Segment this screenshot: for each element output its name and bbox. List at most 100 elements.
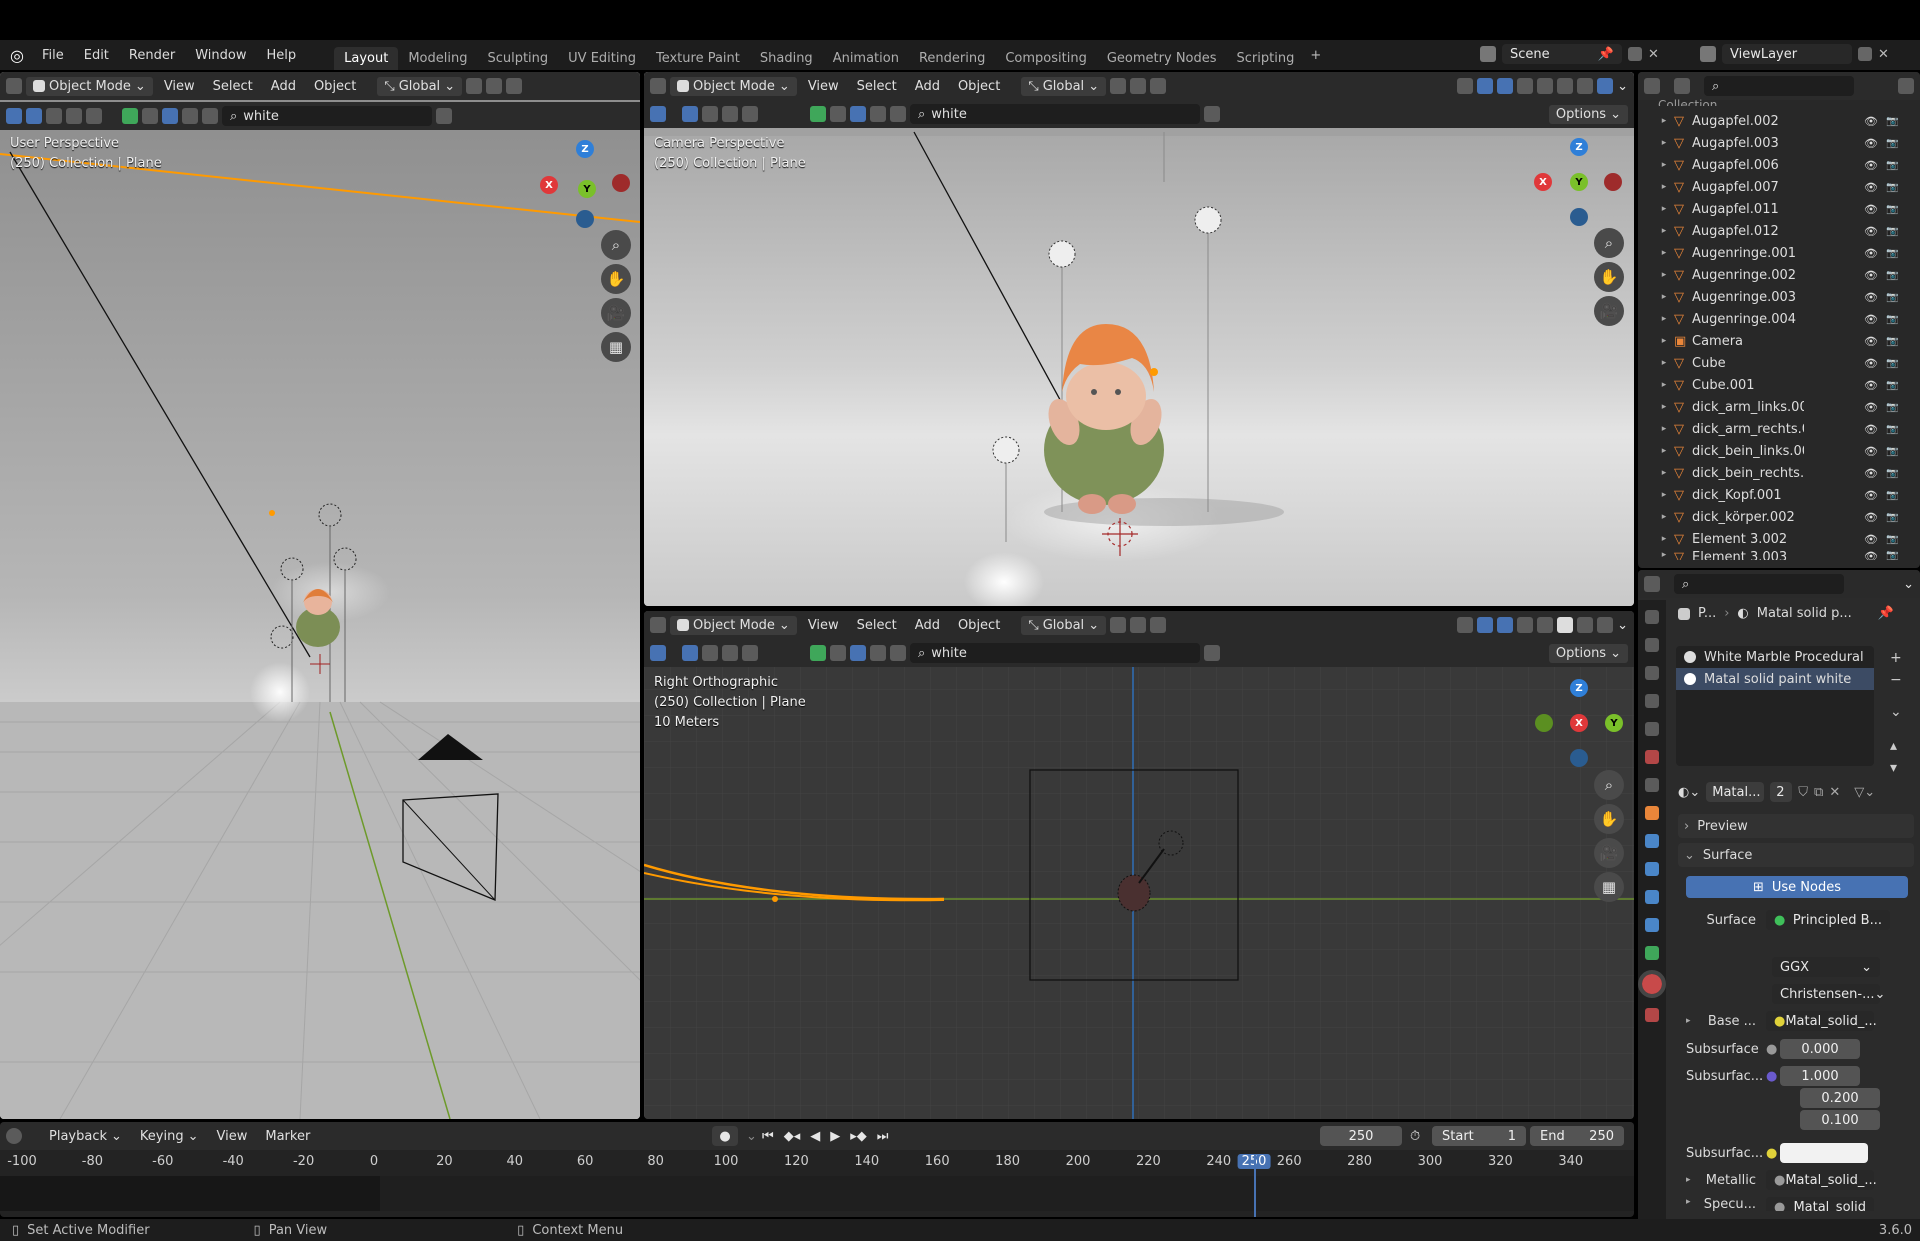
shading-options-icon[interactable]: ⌄ [1617,79,1628,94]
gizmo-y-axis[interactable]: Y [1605,714,1623,732]
menu-file[interactable]: File [32,48,74,63]
outliner-item[interactable]: ▸ ▽ dick_arm_rechts.0(👁 📷 [1638,418,1920,440]
rendered-shading-icon[interactable] [1597,617,1614,633]
tab-shading[interactable]: Shading [750,47,823,70]
outliner-item[interactable]: ▸ ▽ dick_Kopf.001 👁 📷 [1638,484,1920,506]
menu-window[interactable]: Window [185,48,256,63]
menu-add[interactable]: Add [908,616,947,635]
expand-arrow-icon[interactable]: ▸ [1654,182,1674,192]
viewport-left-scene[interactable] [0,72,640,1119]
material-browse-icon[interactable]: ◐⌄ [1678,785,1700,800]
outliner-item[interactable]: ▸ ▽ dick_bein_links.00: 👁 📷 [1638,440,1920,462]
rendered-shading-icon[interactable] [890,645,906,661]
record-icon[interactable]: ● [712,1126,738,1146]
outliner-item[interactable]: ▸ ▽ dick_bein_rechts.0 👁 📷 [1638,462,1920,484]
object-types-icon[interactable] [810,106,826,122]
render-camera-icon[interactable]: 📷 [1886,380,1898,391]
link-type-icon[interactable]: ▽⌄ [1854,785,1875,800]
gizmo-z-axis[interactable]: Z [1570,138,1588,156]
gizmo-z-axis[interactable]: Z [1570,679,1588,697]
chevron-right-icon[interactable]: ▸ [1686,1197,1702,1207]
render-camera-icon[interactable]: 📷 [1886,490,1898,501]
visibility-eye-icon[interactable]: 👁 [1864,203,1878,216]
shading-options-icon[interactable]: ⌄ [1617,618,1628,633]
expand-arrow-icon[interactable]: ▸ [1654,550,1674,560]
outliner-item[interactable]: ▸ ▽ Augapfel.006 👁 📷 [1638,154,1920,176]
gizmo-neg-x[interactable] [1604,173,1622,191]
next-keyframe-icon[interactable]: ▸◆ [850,1129,867,1144]
specular-field[interactable]: ● Matal_solid [1766,1197,1874,1211]
ortho-grid-icon[interactable]: ▦ [601,332,631,362]
gizmo-neg-y[interactable] [1535,714,1553,732]
gizmo-neg-z[interactable] [1570,208,1588,226]
expand-arrow-icon[interactable]: ▸ [1654,358,1674,368]
outliner-item[interactable]: ▸ ▽ Augapfel.007 👁 📷 [1638,176,1920,198]
physics-tab-icon[interactable] [1645,890,1659,904]
expand-arrow-icon[interactable]: ▸ [1654,534,1674,544]
new-scene-icon[interactable] [1628,47,1642,61]
expand-arrow-icon[interactable]: ▸ [1654,248,1674,258]
object-types-icon[interactable] [810,645,826,661]
view-layer-tab-icon[interactable] [1645,694,1659,708]
solid-shading-icon[interactable] [850,645,866,661]
duplicate-icon[interactable]: ⧉ [1814,785,1823,800]
add-workspace-icon[interactable]: + [1310,48,1321,63]
xray-icon[interactable] [1517,78,1534,94]
jump-end-icon[interactable]: ⏭ [877,1129,889,1144]
world-tab-icon[interactable] [1645,750,1659,764]
menu-add[interactable]: Add [908,77,947,96]
visibility-eye-icon[interactable]: 👁 [1864,550,1878,560]
visibility-eye-icon[interactable]: 👁 [1864,467,1878,480]
tab-compositing[interactable]: Compositing [995,47,1097,70]
filter-icon[interactable] [1204,106,1220,122]
select-mode-extend-icon[interactable] [46,108,62,124]
select-tool-icon[interactable] [650,106,666,122]
overlays-icon[interactable] [1497,78,1514,94]
menu-select[interactable]: Select [206,77,260,96]
gizmo-neg-x[interactable] [612,174,630,192]
tab-modeling[interactable]: Modeling [398,47,477,70]
filter-icon[interactable] [1204,645,1220,661]
expand-arrow-icon[interactable]: ▸ [1654,270,1674,280]
subsurface-field[interactable]: 0.000 [1780,1039,1860,1059]
select-mode-invert-icon[interactable] [742,645,758,661]
material-slot-item[interactable]: Matal solid paint white [1676,668,1874,690]
menu-object[interactable]: Object [307,77,363,96]
expand-arrow-icon[interactable]: ▸ [1654,160,1674,170]
outliner-item[interactable]: ▸ ▽ Element 3.002 👁 📷 [1638,528,1920,550]
editor-type-icon[interactable] [6,78,22,94]
scene-icon[interactable] [1480,46,1496,62]
texture-tab-icon[interactable] [1645,1008,1659,1022]
viewport-camera-perspective[interactable]: Object Mode ⌄ View Select Add Object ⤡ Glo… [644,72,1634,606]
rendered-shading-icon[interactable] [890,106,906,122]
proportional-edit-icon[interactable] [506,78,523,94]
select-tool-icon[interactable] [6,108,22,124]
render-camera-icon[interactable]: 📷 [1886,204,1898,215]
outliner-search-input[interactable]: ⌕ [1704,76,1854,96]
zoom-icon[interactable]: ⌕ [1594,770,1624,800]
outliner-item[interactable]: ▸ ▽ Cube 👁 📷 [1638,352,1920,374]
move-down-icon[interactable]: ▾ [1890,760,1902,776]
visibility-eye-icon[interactable]: 👁 [1864,137,1878,150]
solid-shading-icon[interactable] [162,108,178,124]
render-camera-icon[interactable]: 📷 [1886,402,1898,413]
render-tab-icon[interactable] [1645,638,1659,652]
filter-search-input[interactable]: ⌕ white [222,106,432,126]
editor-type-icon[interactable] [650,78,666,94]
preview-panel-header[interactable]: › Preview [1678,814,1914,838]
select-mode-subtract-icon[interactable] [722,106,738,122]
render-camera-icon[interactable]: 📷 [1886,292,1898,303]
menu-edit[interactable]: Edit [74,48,119,63]
subsurface-radius-x-field[interactable]: 1.000 [1780,1066,1860,1086]
select-box-icon[interactable] [682,106,698,122]
outliner-item[interactable]: ▸ ▽ Augapfel.011 👁 📷 [1638,198,1920,220]
timeline-view-menu[interactable]: View [210,1127,255,1146]
pin-icon[interactable]: 📌 [1878,606,1894,621]
expand-arrow-icon[interactable]: ▸ [1654,380,1674,390]
outliner-item[interactable]: ▸ ▽ dick_körper.002 👁 📷 [1638,506,1920,528]
material-slot-item[interactable]: White Marble Procedural [1676,646,1874,668]
editor-type-icon[interactable] [650,617,666,633]
prev-keyframe-icon[interactable]: ◆◂ [784,1129,801,1144]
material-shading-icon[interactable] [1577,617,1594,633]
render-camera-icon[interactable]: 📷 [1886,534,1898,545]
